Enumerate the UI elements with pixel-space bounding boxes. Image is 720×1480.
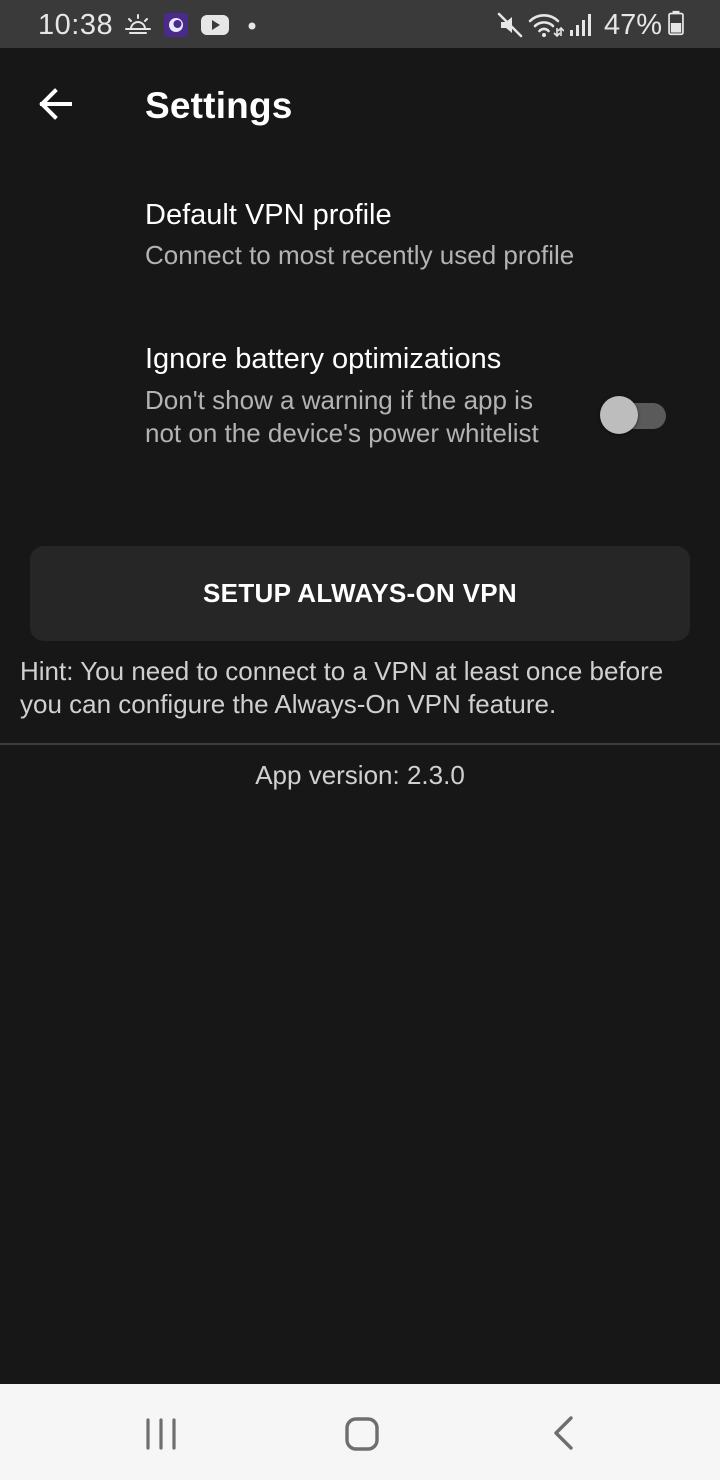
back-button[interactable]: [28, 76, 84, 132]
app-version: App version: 2.3.0: [255, 760, 465, 790]
switch-thumb: [600, 396, 638, 434]
default-vpn-profile-title: Default VPN profile: [145, 199, 392, 231]
app-notification-icon: [164, 13, 188, 37]
ignore-battery-optimizations-preference[interactable]: Ignore battery optimizations Don't show …: [0, 336, 720, 496]
app-bar: Settings: [0, 48, 720, 164]
settings-screen: 10:38 47% Settings Default VPN profile C…: [0, 0, 720, 1480]
battery-icon: [668, 10, 684, 36]
arrow-left-icon: [39, 88, 72, 120]
recent-apps-icon: [146, 1418, 176, 1450]
battery-percent: 47%: [604, 9, 663, 41]
navigation-bar: [0, 1384, 720, 1480]
setup-always-on-vpn-button[interactable]: SETUP ALWAYS-ON VPN: [30, 546, 690, 641]
status-bar: 10:38 47%: [0, 0, 720, 48]
signal-icon: [570, 14, 591, 36]
wifi-icon: [528, 14, 564, 38]
ignore-battery-optimizations-title: Ignore battery optimizations: [145, 343, 502, 375]
nav-back-button[interactable]: [534, 1404, 594, 1464]
ignore-battery-optimizations-summary: Don't show a warning if the app is not o…: [145, 385, 539, 448]
home-icon: [345, 1417, 379, 1451]
mute-icon: [497, 12, 523, 38]
back-icon: [554, 1416, 573, 1450]
hint-text: Hint: You need to connect to a VPN at le…: [20, 656, 664, 719]
status-time: 10:38: [38, 9, 114, 41]
youtube-icon: [201, 15, 229, 35]
default-vpn-profile-summary: Connect to most recently used profile: [145, 240, 575, 270]
recent-apps-button[interactable]: [131, 1404, 191, 1464]
divider: [0, 743, 720, 745]
page-title: Settings: [145, 85, 293, 126]
dot-icon: [248, 22, 256, 30]
ignore-battery-optimizations-switch[interactable]: [600, 392, 668, 434]
home-button[interactable]: [332, 1404, 392, 1464]
weather-icon: [125, 14, 151, 34]
default-vpn-profile-preference[interactable]: Default VPN profile Connect to most rece…: [0, 190, 720, 300]
